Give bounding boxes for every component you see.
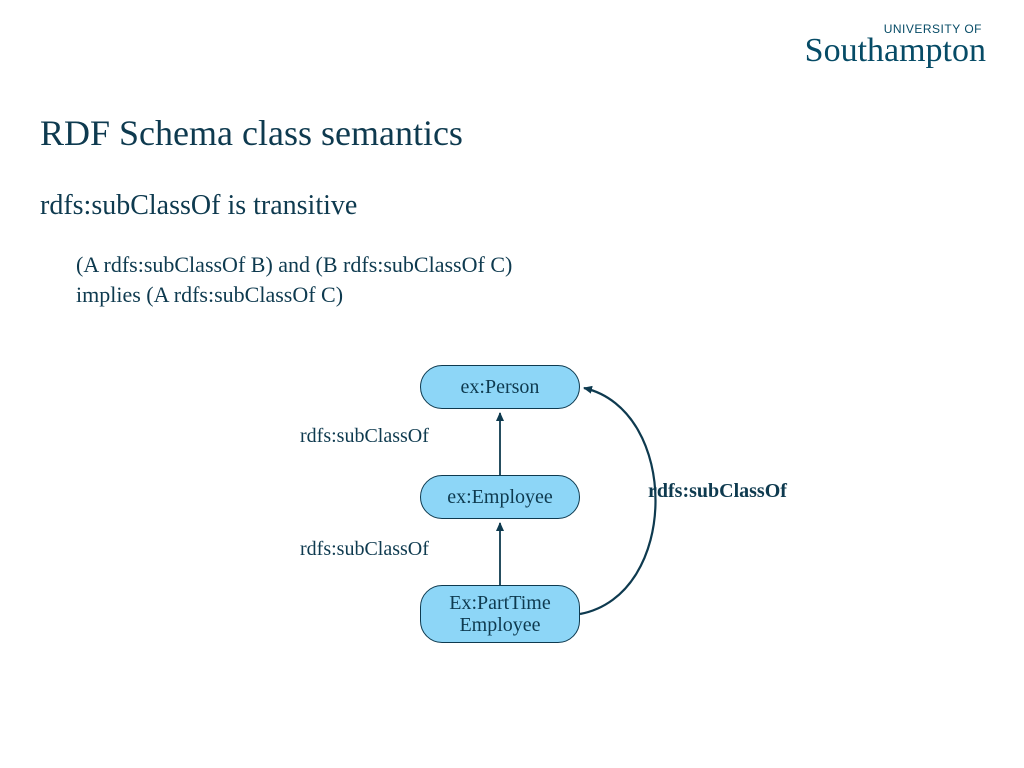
node-employee: ex:Employee <box>420 475 580 519</box>
slide-subtitle: rdfs:subClassOf is transitive <box>40 190 357 222</box>
node-person: ex:Person <box>420 365 580 409</box>
arrow-transitive-curve <box>580 388 656 614</box>
node-parttime: Ex:PartTimeEmployee <box>420 585 580 643</box>
edge-label-parttime-employee: rdfs:subClassOf <box>300 538 429 561</box>
university-logo: UNIVERSITY OF Southampton <box>805 22 986 68</box>
logo-line2: Southampton <box>805 32 986 69</box>
slide-title: RDF Schema class semantics <box>40 112 463 154</box>
edge-label-transitive-curve: rdfs:subClassOf <box>648 480 787 503</box>
body-text-line1: (A rdfs:subClassOf B) and (B rdfs:subCla… <box>76 252 512 278</box>
edge-label-employee-person: rdfs:subClassOf <box>300 425 429 448</box>
body-text-line2: implies (A rdfs:subClassOf C) <box>76 282 343 308</box>
